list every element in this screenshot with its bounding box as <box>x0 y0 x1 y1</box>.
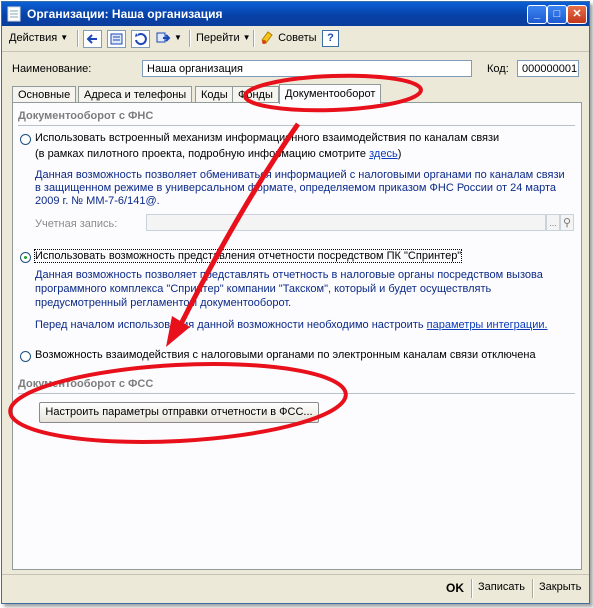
footer-divider <box>471 579 473 598</box>
toolbar-divider <box>253 30 255 47</box>
account-search-button[interactable]: ⚲ <box>560 214 574 231</box>
radio-sprinter[interactable] <box>20 252 31 263</box>
help-button[interactable]: ? <box>322 30 339 47</box>
option-sprinter-label[interactable]: Использовать возможность представления о… <box>33 249 463 263</box>
minimize-icon: _ <box>533 8 541 20</box>
save-button[interactable]: Записать <box>478 581 525 593</box>
maximize-button[interactable]: □ <box>547 5 567 24</box>
tips-lamp-icon <box>261 31 273 45</box>
section-divider <box>18 125 575 126</box>
integration-params-link[interactable]: параметры интеграции. <box>427 319 548 331</box>
code-input[interactable]: 000000001 <box>517 60 579 77</box>
chevron-down-icon: ▼ <box>174 33 182 43</box>
close-button[interactable]: Закрыть <box>539 581 581 593</box>
builtin-description-line: Данная возможность позволяет обмениватьс… <box>35 169 565 181</box>
search-icon: ⚲ <box>562 217 572 229</box>
account-label: Учетная запись: <box>35 218 118 230</box>
tips-label: Советы <box>278 32 317 44</box>
footer-divider <box>532 579 534 598</box>
toolbar-divider <box>189 30 191 47</box>
organization-window: Организации: Наша организация _ □ ✕ Дейс… <box>1 1 590 604</box>
toolbar: Действия ▼ ▼ Перейти ▼ Советы ? <box>2 26 589 52</box>
option-disabled-label[interactable]: Возможность взаимодействия с налоговыми … <box>35 349 536 361</box>
back-arrow-icon[interactable] <box>83 30 102 48</box>
option-builtin-sub-end: ) <box>397 148 402 160</box>
tab-main[interactable]: Основные <box>12 86 77 103</box>
document-flow-panel: Документооборот с ФНС Использовать встро… <box>12 102 582 570</box>
builtin-description-line: 2009 г. № ММ-7-6/141@. <box>35 195 160 207</box>
integration-note: Перед началом использования данной возмо… <box>35 319 548 331</box>
tab-addresses[interactable]: Адреса и телефоны <box>78 86 193 103</box>
refresh-icon[interactable] <box>131 30 150 48</box>
actions-menu[interactable]: Действия ▼ <box>9 29 68 47</box>
option-builtin-sublabel: (в рамках пилотного проекта, подробную и… <box>35 148 401 160</box>
toolbar-divider <box>77 30 79 47</box>
document-icon <box>7 6 21 22</box>
code-label: Код: <box>487 63 509 75</box>
actions-label: Действия <box>9 32 58 44</box>
structure-icon <box>156 32 171 43</box>
tab-codes[interactable]: Коды <box>195 86 234 103</box>
integration-note-text: Перед началом использования данной возмо… <box>35 319 424 331</box>
sprinter-description-line: программного комплекса "Спринтер" компан… <box>35 283 492 295</box>
list-icon[interactable] <box>107 30 126 48</box>
tips-button[interactable]: Советы <box>259 29 317 47</box>
help-icon: ? <box>327 32 334 44</box>
ok-button[interactable]: OK <box>446 581 464 595</box>
goto-label: Перейти <box>196 32 240 44</box>
radio-builtin-mechanism[interactable] <box>20 134 31 145</box>
fss-settings-button[interactable]: Настроить параметры отправки отчетности … <box>39 402 319 423</box>
radio-disabled[interactable] <box>20 351 31 362</box>
account-select-button[interactable]: ... <box>546 214 560 231</box>
account-input[interactable] <box>146 214 546 231</box>
chevron-down-icon: ▼ <box>60 33 69 43</box>
close-icon: ✕ <box>572 8 582 20</box>
maximize-icon: □ <box>553 8 561 20</box>
fss-section-title: Документооборот с ФСС <box>18 378 154 390</box>
footer-bar: OK Записать Закрыть <box>2 574 589 603</box>
option-builtin-label[interactable]: Использовать встроенный механизм информа… <box>35 132 499 144</box>
name-label: Наименование: <box>12 63 92 75</box>
goto-menu[interactable]: Перейти ▼ <box>196 29 251 47</box>
fns-section-title: Документооборот с ФНС <box>18 110 154 122</box>
section-divider <box>18 393 575 394</box>
title-bar[interactable]: Организации: Наша организация _ □ ✕ <box>2 2 589 26</box>
chevron-down-icon: ▼ <box>242 33 251 43</box>
close-window-button[interactable]: ✕ <box>567 5 587 24</box>
minimize-button[interactable]: _ <box>527 5 547 24</box>
sprinter-description-line: Данная возможность позволяет представлят… <box>35 269 543 281</box>
option-builtin-sub-text: (в рамках пилотного проекта, подробную и… <box>35 148 367 160</box>
name-input[interactable]: Наша организация <box>142 60 472 77</box>
builtin-description-line: в защищенном режиме в универсальном форм… <box>35 182 556 194</box>
sprinter-description-line: предусмотренный регламентом документообо… <box>35 297 292 309</box>
tab-funds[interactable]: Фонды <box>232 86 279 103</box>
window-title: Организации: Наша организация <box>27 7 223 21</box>
tab-document-flow[interactable]: Документооборот <box>279 84 382 104</box>
details-link[interactable]: здесь <box>369 148 398 160</box>
structure-menu[interactable]: ▼ <box>155 29 182 47</box>
